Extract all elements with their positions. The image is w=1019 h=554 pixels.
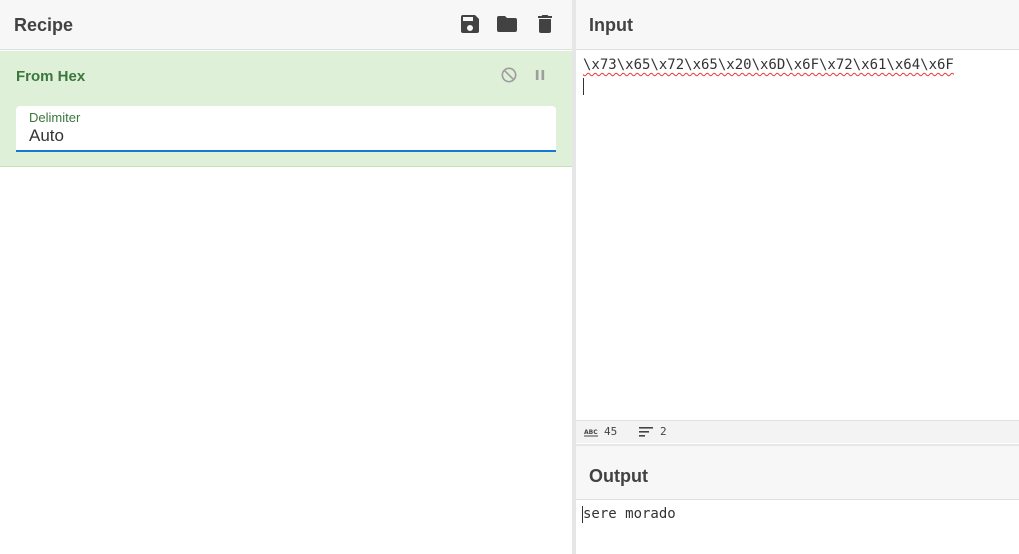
abc-icon: ABC	[584, 429, 598, 436]
length-value: 45	[604, 425, 618, 438]
input-textarea[interactable]: \x73\x65\x72\x65\x20\x6D\x6F\x72\x61\x64…	[583, 57, 954, 73]
lines-icon	[639, 426, 653, 437]
pause-icon[interactable]	[530, 65, 550, 85]
operation-title: From Hex	[16, 68, 86, 85]
folder-icon[interactable]	[495, 12, 519, 36]
input-caret	[583, 78, 584, 95]
svg-text:ABC: ABC	[584, 429, 598, 436]
delimiter-value[interactable]: Auto	[29, 126, 64, 146]
output-pane: Output	[576, 444, 1019, 554]
save-icon[interactable]	[458, 12, 482, 36]
delimiter-label: Delimiter	[29, 110, 81, 125]
output-title: Output	[589, 466, 648, 486]
recipe-pane: Recipe From Hex Delimiter Auto	[0, 0, 572, 554]
input-title: Input	[589, 15, 633, 35]
delimiter-field[interactable]: Delimiter Auto	[16, 106, 556, 152]
operation-from-hex[interactable]: From Hex Delimiter Auto	[0, 51, 572, 167]
disable-icon[interactable]	[499, 65, 519, 85]
recipe-header: Recipe	[0, 0, 572, 50]
length-stat: ABC 45	[584, 425, 617, 438]
input-status-bar: ABC 45 2	[576, 420, 1019, 443]
recipe-title: Recipe	[14, 15, 74, 35]
output-text[interactable]: sere morado	[583, 506, 676, 522]
app: Recipe From Hex Delimiter Auto Input \x7…	[0, 0, 1019, 554]
trash-icon[interactable]	[533, 12, 557, 36]
lines-value: 2	[660, 425, 667, 438]
lines-stat: 2	[638, 425, 667, 438]
input-pane: Input \x73\x65\x72\x65\x20\x6D\x6F\x72\x…	[576, 0, 1019, 444]
input-header: Input	[576, 0, 1019, 50]
output-header: Output	[576, 446, 1019, 500]
